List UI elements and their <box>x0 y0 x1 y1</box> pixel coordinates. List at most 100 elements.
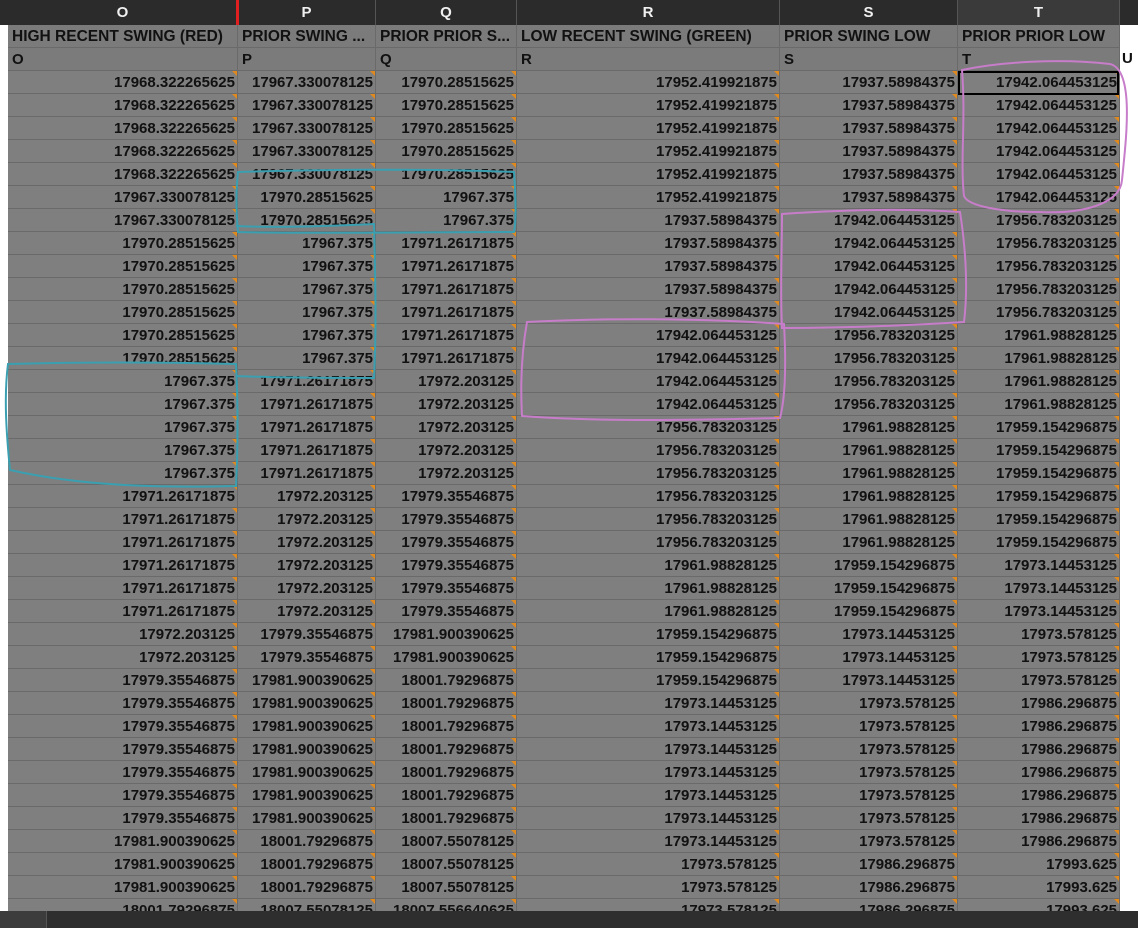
cell[interactable]: 17981.900390625 <box>376 623 517 646</box>
cell[interactable]: 17981.900390625 <box>238 669 376 692</box>
cell[interactable]: 17956.783203125 <box>517 508 780 531</box>
cell[interactable]: 17979.35546875 <box>376 554 517 577</box>
cell[interactable]: 17972.203125 <box>376 462 517 485</box>
cell[interactable]: 17979.35546875 <box>376 485 517 508</box>
cell[interactable]: 17942.064453125 <box>517 393 780 416</box>
cell[interactable]: 17959.154296875 <box>958 485 1120 508</box>
cell[interactable]: 17973.14453125 <box>780 669 958 692</box>
cell[interactable]: T <box>958 48 1120 71</box>
cell[interactable]: 17970.28515625 <box>8 255 238 278</box>
cell[interactable]: 17973.578125 <box>958 623 1120 646</box>
cell[interactable]: 17972.203125 <box>238 577 376 600</box>
cell[interactable]: 17970.28515625 <box>376 94 517 117</box>
cell[interactable]: 17973.14453125 <box>517 807 780 830</box>
scroll-left-button[interactable] <box>0 911 47 928</box>
cell[interactable]: 17968.322265625 <box>8 163 238 186</box>
cell[interactable]: 17961.98828125 <box>958 347 1120 370</box>
cell[interactable]: 17942.064453125 <box>958 186 1120 209</box>
cell[interactable]: 17981.900390625 <box>8 876 238 899</box>
cell[interactable]: 17971.26171875 <box>8 577 238 600</box>
cell[interactable]: 17973.14453125 <box>958 577 1120 600</box>
cell[interactable]: 18001.79296875 <box>376 669 517 692</box>
cell[interactable]: 17972.203125 <box>376 393 517 416</box>
cell[interactable]: 17959.154296875 <box>958 416 1120 439</box>
cell[interactable]: 17971.26171875 <box>376 324 517 347</box>
cell[interactable]: 17956.783203125 <box>958 278 1120 301</box>
cell[interactable]: 17971.26171875 <box>8 600 238 623</box>
cell[interactable]: 17981.900390625 <box>238 715 376 738</box>
cell[interactable]: 17971.26171875 <box>376 232 517 255</box>
cell[interactable]: 18007.55078125 <box>376 876 517 899</box>
cell[interactable]: 17970.28515625 <box>8 347 238 370</box>
cell[interactable]: 17979.35546875 <box>238 646 376 669</box>
cell[interactable]: 17956.783203125 <box>517 439 780 462</box>
cell[interactable]: 17956.783203125 <box>517 531 780 554</box>
column-header-s[interactable]: S <box>780 0 958 25</box>
cell[interactable]: 17937.58984375 <box>780 163 958 186</box>
cell[interactable]: O <box>8 48 238 71</box>
cell[interactable]: 17937.58984375 <box>780 140 958 163</box>
cell[interactable]: 17956.783203125 <box>517 416 780 439</box>
cell[interactable]: 17981.900390625 <box>8 853 238 876</box>
cell[interactable]: 17956.783203125 <box>958 301 1120 324</box>
cell[interactable]: 17973.578125 <box>780 761 958 784</box>
cell[interactable]: 17971.26171875 <box>238 416 376 439</box>
cell[interactable]: 17971.26171875 <box>238 462 376 485</box>
cell[interactable]: 17979.35546875 <box>376 600 517 623</box>
cell[interactable]: 17972.203125 <box>376 370 517 393</box>
cell[interactable]: 17968.322265625 <box>8 71 238 94</box>
cell[interactable]: 17971.26171875 <box>8 531 238 554</box>
cell[interactable]: 18001.79296875 <box>238 830 376 853</box>
cell[interactable]: 17993.625 <box>958 876 1120 899</box>
cell[interactable]: 18007.55078125 <box>376 830 517 853</box>
cell[interactable]: 17971.26171875 <box>376 301 517 324</box>
column-resize-marker[interactable] <box>236 0 239 25</box>
cell[interactable]: 17956.783203125 <box>780 324 958 347</box>
cell[interactable]: 17959.154296875 <box>517 669 780 692</box>
cell[interactable]: 17981.900390625 <box>238 738 376 761</box>
cell[interactable]: 17972.203125 <box>238 531 376 554</box>
cell[interactable]: PRIOR SWING ... <box>238 25 376 48</box>
cell[interactable]: 17986.296875 <box>780 853 958 876</box>
cell[interactable]: 17942.064453125 <box>780 301 958 324</box>
cell[interactable]: 17972.203125 <box>238 554 376 577</box>
cell[interactable]: 17970.28515625 <box>8 324 238 347</box>
column-header-r[interactable]: R <box>517 0 780 25</box>
cell[interactable]: 17968.322265625 <box>8 140 238 163</box>
cell[interactable]: 17937.58984375 <box>517 209 780 232</box>
cell[interactable]: 17961.98828125 <box>780 416 958 439</box>
cell[interactable]: 17956.783203125 <box>780 370 958 393</box>
cell[interactable]: 17959.154296875 <box>958 508 1120 531</box>
cell[interactable]: 17979.35546875 <box>8 807 238 830</box>
cell[interactable]: 17971.26171875 <box>238 439 376 462</box>
cell[interactable]: 17942.064453125 <box>517 347 780 370</box>
cell[interactable]: 17968.322265625 <box>8 94 238 117</box>
cell[interactable]: 17973.14453125 <box>517 830 780 853</box>
cell[interactable]: 17993.625 <box>958 853 1120 876</box>
horizontal-scrollbar[interactable] <box>0 911 1138 928</box>
cell[interactable]: 17956.783203125 <box>780 393 958 416</box>
cell[interactable]: 17972.203125 <box>238 600 376 623</box>
cell[interactable]: 17956.783203125 <box>517 485 780 508</box>
cell[interactable]: 17967.375 <box>238 324 376 347</box>
cell[interactable]: 17970.28515625 <box>238 209 376 232</box>
cell[interactable]: S <box>780 48 958 71</box>
cell[interactable]: 17961.98828125 <box>780 508 958 531</box>
cell[interactable]: 17967.375 <box>8 462 238 485</box>
cell[interactable]: 17973.14453125 <box>517 784 780 807</box>
cell[interactable]: 17942.064453125 <box>517 324 780 347</box>
cell[interactable]: 17937.58984375 <box>780 117 958 140</box>
cell[interactable]: 17979.35546875 <box>376 508 517 531</box>
cell[interactable]: 17942.064453125 <box>780 232 958 255</box>
cell[interactable]: 17967.330078125 <box>8 186 238 209</box>
cell[interactable]: 17973.578125 <box>780 715 958 738</box>
cell[interactable]: 17981.900390625 <box>376 646 517 669</box>
cell[interactable]: HIGH RECENT SWING (RED) <box>8 25 238 48</box>
cell[interactable]: 17973.578125 <box>780 784 958 807</box>
cell[interactable]: 18001.79296875 <box>376 692 517 715</box>
cell[interactable]: 17961.98828125 <box>780 462 958 485</box>
cell[interactable]: 17973.578125 <box>780 692 958 715</box>
cell[interactable]: 17959.154296875 <box>517 623 780 646</box>
cell[interactable]: 17961.98828125 <box>517 600 780 623</box>
cell[interactable]: 17967.330078125 <box>238 140 376 163</box>
